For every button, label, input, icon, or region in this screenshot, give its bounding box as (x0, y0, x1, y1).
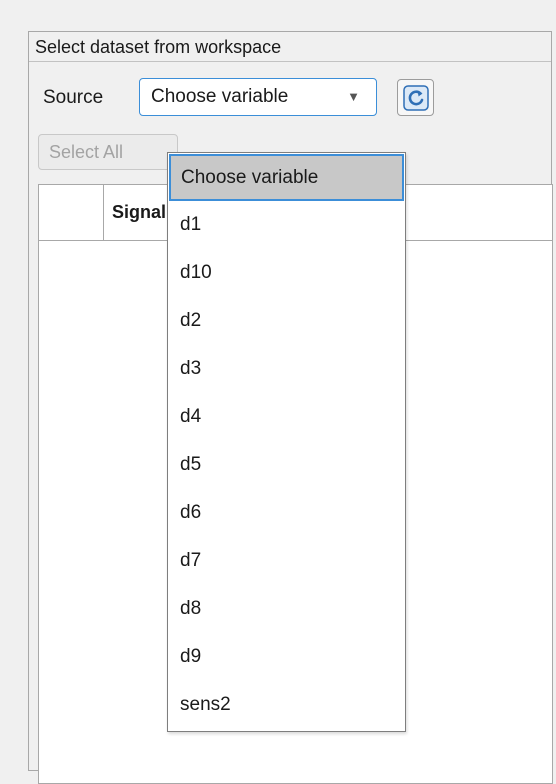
menu-item-d7[interactable]: d7 (168, 537, 405, 584)
menu-item-d6[interactable]: d6 (168, 489, 405, 536)
dataset-panel: Select dataset from workspace Source Cho… (28, 31, 553, 784)
source-dropdown[interactable]: Choose variable ▼ (139, 78, 377, 116)
menu-item-d10[interactable]: d10 (168, 249, 405, 296)
menu-item-sens2[interactable]: sens2 (168, 681, 405, 728)
source-dropdown-value: Choose variable (151, 86, 289, 107)
menu-item-d1[interactable]: d1 (168, 201, 405, 248)
signal-column-header[interactable]: Signal (112, 185, 166, 240)
source-dropdown-menu: Choose variable d1 d10 d2 d3 d4 d5 d6 d7… (167, 152, 406, 732)
select-all-button[interactable]: Select All (38, 134, 178, 170)
menu-item-d9[interactable]: d9 (168, 633, 405, 680)
menu-item-d5[interactable]: d5 (168, 441, 405, 488)
source-label: Source (43, 87, 104, 108)
chevron-down-icon: ▼ (347, 89, 360, 104)
menu-item-d4[interactable]: d4 (168, 393, 405, 440)
menu-item-d8[interactable]: d8 (168, 585, 405, 632)
menu-item-d2[interactable]: d2 (168, 297, 405, 344)
menu-item-d3[interactable]: d3 (168, 345, 405, 392)
refresh-button[interactable] (397, 79, 434, 116)
panel-title: Select dataset from workspace (29, 32, 551, 62)
checkbox-column-header (39, 185, 104, 240)
menu-item-choose-variable[interactable]: Choose variable (169, 154, 404, 201)
refresh-icon (403, 85, 429, 111)
